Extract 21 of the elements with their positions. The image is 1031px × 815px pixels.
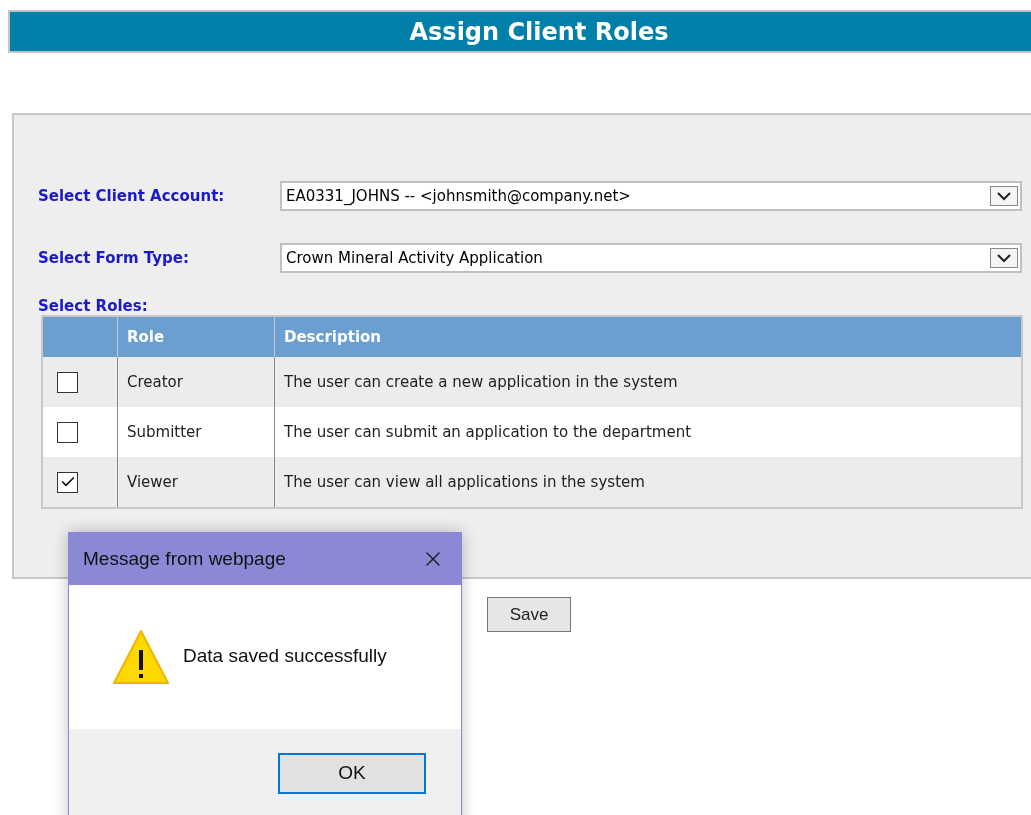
role-checkbox[interactable] [57,421,78,443]
role-checkbox[interactable] [57,371,78,393]
dialog-title: Message from webpage [83,546,286,571]
table-cell-text: The user can view all applications in the system [284,471,645,493]
field-label: Select Client Account: [38,185,226,207]
field-label: Select Form Type: [38,247,190,269]
column-header: Description [283,326,383,348]
dropdown-field[interactable]: Crown Mineral Activity Application [280,243,1022,273]
table-cell-text: The user can submit an application to the department [284,421,692,443]
warning-icon [113,630,169,684]
table-cell-text: Viewer [127,471,178,493]
dropdown-field[interactable]: EA0331_JOHNS -- <johnsmith@company.net> [280,181,1022,211]
table-cell-text: Submitter [127,421,202,443]
page-title: Assign Client Roles [408,16,669,48]
role-checkbox[interactable] [57,471,78,493]
table-cell-text: Creator [127,371,183,393]
ok-button[interactable]: OK [278,753,426,794]
roles-label: Select Roles: [38,296,148,315]
table-cell-text: The user can create a new application in the system [284,371,678,393]
dialog-message: Data saved successfully [183,643,387,668]
save-button[interactable]: Save [487,597,571,632]
